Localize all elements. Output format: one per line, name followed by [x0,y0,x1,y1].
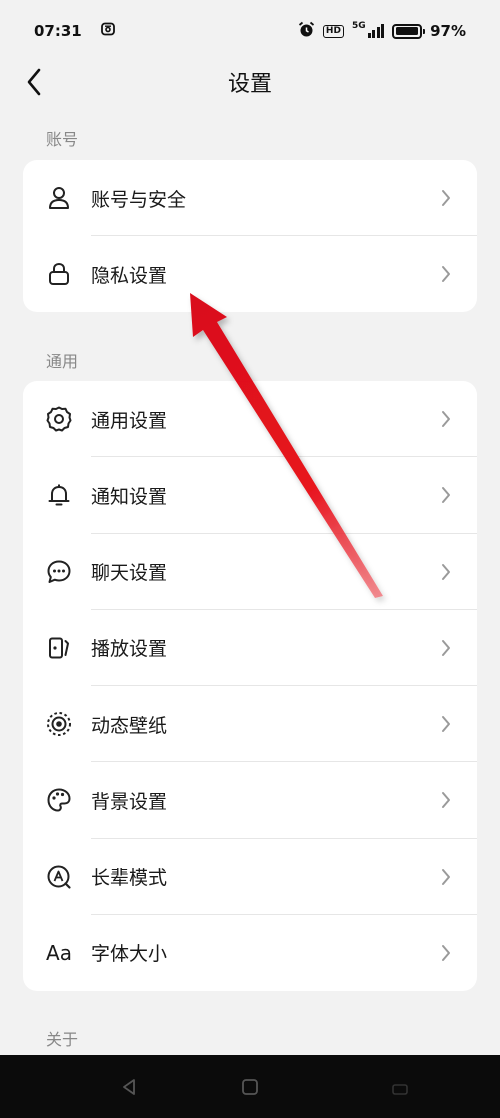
app-notification-icon [100,21,116,41]
settings-row-live-wallpaper[interactable]: 动态壁纸 [23,686,477,763]
elder-mode-icon [45,863,73,891]
chevron-right-icon [439,264,453,284]
page-header: 设置 [0,62,500,102]
chevron-right-icon [439,485,453,505]
settings-row-label: 账号与安全 [91,188,187,211]
settings-row-privacy[interactable]: 隐私设置 [23,236,477,312]
palette-icon [45,786,73,814]
back-button[interactable] [22,66,46,98]
nav-home-button[interactable] [238,1075,262,1099]
chevron-left-icon [27,68,41,96]
playback-icon [45,634,73,662]
chevron-right-icon [439,867,453,887]
settings-row-background[interactable]: 背景设置 [23,762,477,839]
square-home-icon [242,1079,258,1095]
alarm-icon [298,21,315,42]
status-time: 07:31 [34,22,82,40]
chevron-right-icon [439,790,453,810]
account-card: 账号与安全 隐私设置 [23,160,477,312]
settings-row-label: 通用设置 [91,409,168,432]
settings-row-label: 字体大小 [91,943,168,966]
settings-row-playback[interactable]: 播放设置 [23,610,477,686]
bell-icon [45,481,73,509]
gear-icon [45,405,73,433]
chevron-right-icon [439,562,453,582]
section-label-about: 关于 [46,1030,79,1049]
system-navigation-bar [0,1055,500,1118]
battery-icon [392,23,426,39]
settings-row-label: 聊天设置 [91,562,168,585]
nav-back-button[interactable] [117,1075,141,1099]
chevron-right-icon [439,943,453,963]
settings-row-label: 长辈模式 [91,867,168,890]
chevron-right-icon [439,638,453,658]
settings-row-general[interactable]: 通用设置 [23,381,477,458]
settings-row-font-size[interactable]: Aa 字体大小 [23,915,477,991]
settings-row-label: 动态壁纸 [91,714,168,737]
section-label-general: 通用 [46,352,79,371]
network-type: 5G [351,20,366,31]
general-card: 通用设置 通知设置 聊天设置 播放设置 动态壁纸 背景设置 长辈模式 Aa 字体… [23,381,477,991]
recents-icon [392,1084,408,1095]
settings-row-elder-mode[interactable]: 长辈模式 [23,839,477,915]
live-wallpaper-icon [45,710,73,738]
lock-icon [45,260,73,288]
chevron-right-icon [439,714,453,734]
person-icon [45,184,73,212]
settings-row-notification[interactable]: 通知设置 [23,457,477,534]
settings-row-chat[interactable]: 聊天设置 [23,534,477,610]
settings-row-label: 播放设置 [91,638,168,661]
font-size-icon: Aa [45,939,73,967]
triangle-back-icon [123,1079,135,1095]
battery-percent: 97% [430,22,466,40]
settings-row-account-security[interactable]: 账号与安全 [23,160,477,237]
signal-icon [367,24,385,38]
status-bar: 07:31 HD 5G 97% [0,0,500,62]
settings-row-label: 背景设置 [91,790,168,813]
hd-badge: HD [322,24,344,38]
font-size-glyph: Aa [46,940,72,965]
chat-bubble-icon [45,558,73,586]
nav-recents-button[interactable] [388,1075,412,1099]
settings-row-label: 隐私设置 [91,264,168,287]
chevron-right-icon [439,188,453,208]
page-title: 设置 [227,72,272,97]
chevron-right-icon [439,409,453,429]
section-label-account: 账号 [46,130,79,149]
settings-row-label: 通知设置 [91,485,168,508]
